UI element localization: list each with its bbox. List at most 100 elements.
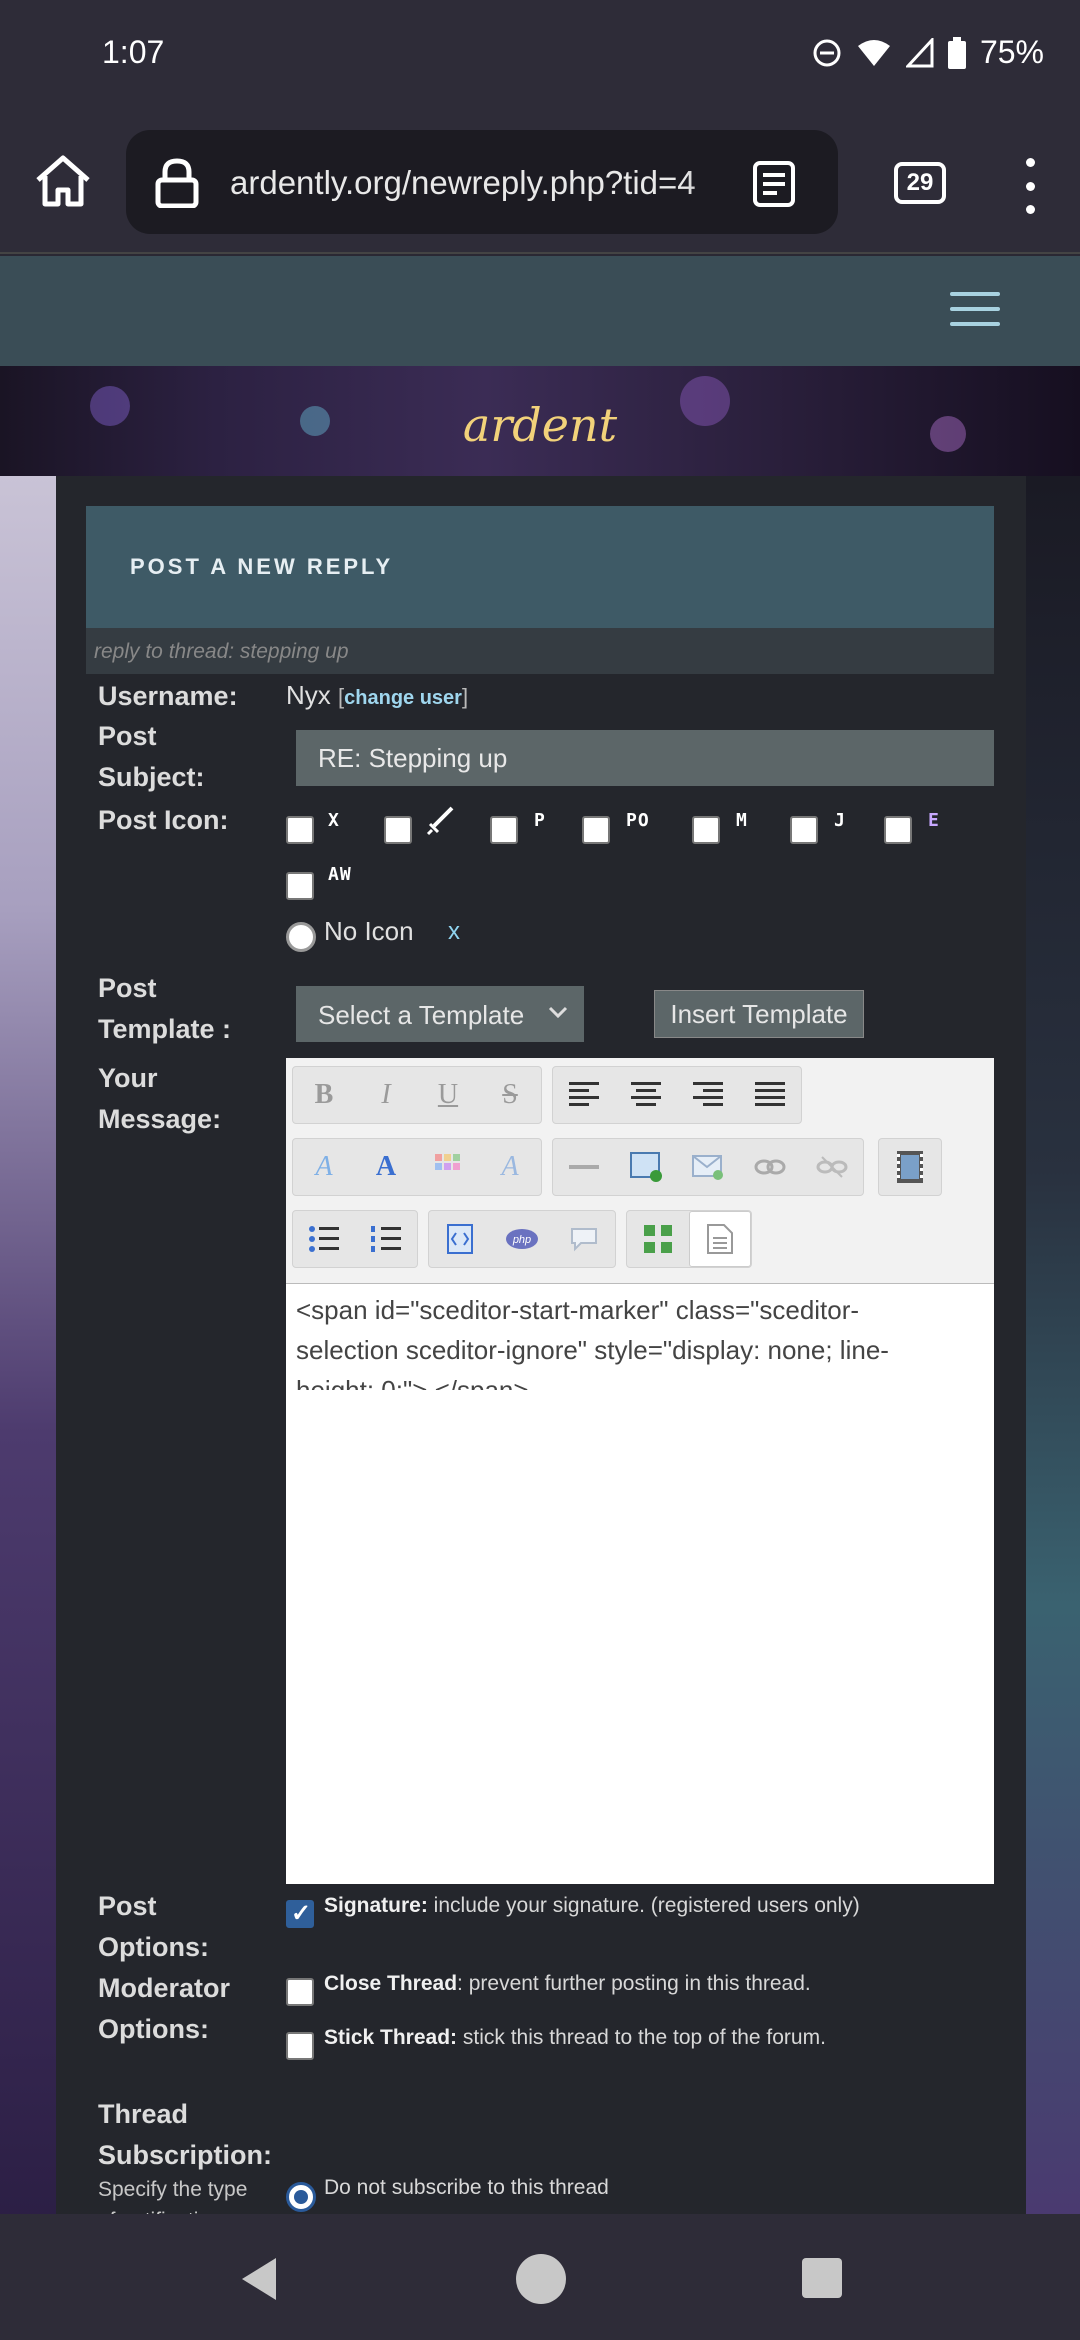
recents-button[interactable] [802,2258,842,2298]
message-editor[interactable]: B I U S A A A php <span id="sceditor-sta… [286,1058,994,1884]
source-icon [707,1224,733,1254]
url-text[interactable]: ardently.org/newreply.php?tid=4 [230,164,730,202]
overflow-menu-icon[interactable] [1024,158,1036,214]
horizontal-rule-button[interactable] [553,1139,615,1195]
bold-button[interactable]: B [293,1067,355,1123]
align-left-button[interactable] [553,1067,615,1123]
post-icon-aw: AW [328,864,352,885]
bullet-list-button[interactable] [293,1211,355,1267]
post-icon-checkbox[interactable] [490,816,518,844]
change-user-link[interactable]: change user [344,687,462,709]
status-icons: 75% [812,34,1044,71]
dnd-icon [813,39,841,66]
close-thread-checkbox[interactable] [286,1978,314,2006]
site-logo[interactable]: ardent [0,398,1080,452]
home-button[interactable] [516,2254,566,2304]
post-icon-x: X [328,810,340,831]
post-options-label: Post Options: [98,1891,209,1962]
post-icon-checkbox[interactable] [884,816,912,844]
italic-button[interactable]: I [355,1067,417,1123]
unlink-icon [816,1156,848,1178]
php-button[interactable]: php [491,1211,553,1267]
signal-icon [905,37,934,67]
code-button[interactable] [429,1211,491,1267]
unlink-button[interactable] [801,1139,863,1195]
font-size-button[interactable]: A [355,1139,417,1195]
svg-text:php: php [512,1234,531,1246]
align-center-button[interactable] [615,1067,677,1123]
underline-button[interactable]: U [417,1067,479,1123]
home-icon[interactable] [32,150,94,212]
editor-toolbar: B I U S A A A php [286,1058,994,1284]
lock-icon[interactable] [154,158,200,208]
tab-switcher-button[interactable]: 29 [894,162,946,204]
insert-email-button[interactable] [677,1139,739,1195]
video-icon [897,1151,923,1183]
form-header: POST A NEW REPLY [86,506,994,628]
stick-thread-checkbox[interactable] [286,2032,314,2060]
hamburger-menu-icon[interactable] [950,292,1000,326]
insert-video-button[interactable] [879,1139,941,1195]
message-textarea[interactable]: <span id="sceditor-start-marker" class="… [296,1290,946,1390]
address-bar[interactable]: ardently.org/newreply.php?tid=4 [126,130,838,234]
chevron-down-icon [548,1006,568,1019]
email-icon [692,1155,723,1180]
post-icon-checkbox[interactable] [790,816,818,844]
insert-image-button[interactable] [615,1139,677,1195]
no-icon-radio[interactable] [286,922,316,952]
post-icon-checkbox[interactable] [286,816,314,844]
font-size-icon: A [375,1151,397,1182]
no-subscribe-radio[interactable] [286,2182,316,2212]
quote-button[interactable] [553,1211,615,1267]
maximize-button[interactable] [627,1211,689,1267]
thread-subtitle: reply to thread: stepping up [86,628,994,674]
site-banner: ardent [0,366,1080,476]
image-icon [630,1152,662,1182]
stick-thread-option: Stick Thread: stick this thread to the t… [324,2026,826,2049]
ordered-list-button[interactable] [355,1211,417,1267]
signature-option: Signature: include your signature. (regi… [324,1894,860,1917]
font-button[interactable]: A [293,1139,355,1195]
clear-icon-link[interactable]: x [448,918,460,946]
signature-checkbox[interactable] [286,1899,314,1928]
moderator-options-label: Moderator Options: [98,1973,231,2044]
quote-icon [571,1228,597,1252]
post-icon-checkbox[interactable] [384,816,412,844]
message-label: Your Message: [98,1063,222,1134]
system-nav-bar [0,2214,1080,2340]
remove-format-icon: A [501,1151,519,1182]
insert-template-button[interactable]: Insert Template [654,990,864,1038]
post-icon-sword [426,806,454,836]
username: Nyx [286,680,331,710]
color-palette-icon [435,1154,460,1170]
post-icon-j: J [834,810,846,831]
color-button[interactable] [417,1139,479,1195]
justify-button[interactable] [739,1067,801,1123]
link-icon [754,1159,786,1175]
post-icon-label: Post Icon: [98,805,229,835]
subject-input[interactable] [296,730,994,786]
align-left-icon [569,1082,599,1106]
template-label: Post Template : [98,973,232,1044]
subscription-label: Thread Subscription: [98,2099,272,2170]
remove-format-button[interactable]: A [479,1139,541,1195]
post-icon-e: E [928,810,940,831]
reply-form: POST A NEW REPLY reply to thread: steppi… [56,476,1026,2232]
align-right-icon [693,1082,723,1106]
post-icon-checkbox[interactable] [692,816,720,844]
insert-link-button[interactable] [739,1139,801,1195]
view-source-button[interactable] [689,1211,751,1267]
battery-icon [947,36,966,69]
post-icon-checkbox[interactable] [286,872,314,900]
battery-percent: 75% [979,34,1044,70]
post-icon-p: P [534,810,546,831]
ordered-list-icon [371,1226,401,1252]
strikethrough-button[interactable]: S [479,1067,541,1123]
url-fade [686,150,746,214]
template-select[interactable]: Select a Template [296,986,584,1042]
bullet-list-icon [309,1226,339,1252]
align-right-button[interactable] [677,1067,739,1123]
reader-mode-icon[interactable] [752,160,796,208]
back-icon[interactable] [236,2254,282,2304]
post-icon-checkbox[interactable] [582,816,610,844]
